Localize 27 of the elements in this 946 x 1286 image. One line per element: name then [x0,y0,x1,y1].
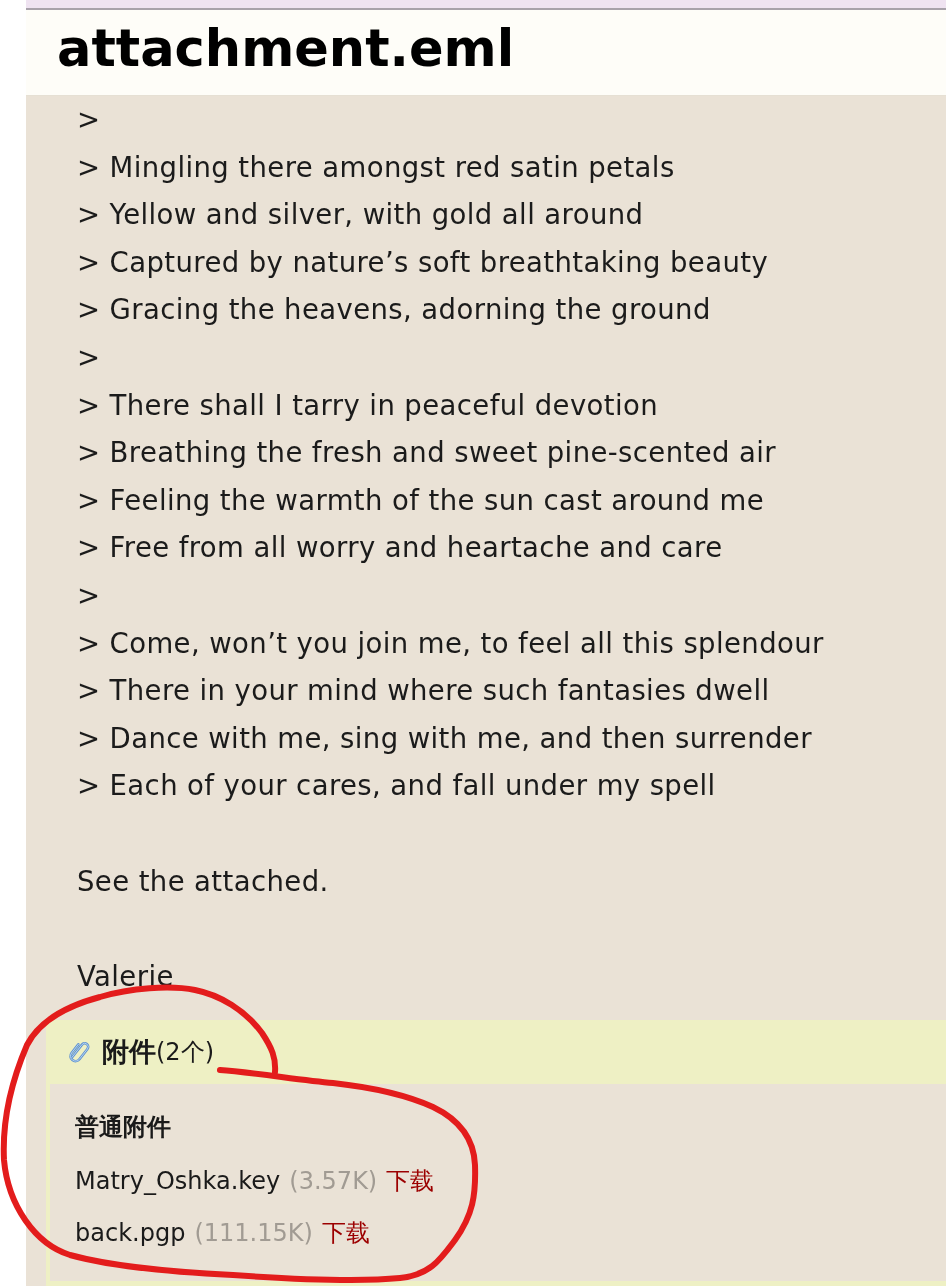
quote-line: > Mingling there amongst red satin petals [77,149,676,185]
quote-line: > [77,577,102,613]
download-link[interactable]: 下载 [386,1165,435,1198]
download-link[interactable]: 下载 [321,1217,370,1250]
quote-line: > Each of your cares, and fall under my spell [77,768,717,804]
quote-line: > Breathing the fresh and sweet pine-scented air [77,435,777,471]
file-size: (111.15K) [194,1218,313,1250]
message-line: See the attached. [77,863,330,899]
page-title: attachment.eml [57,23,515,80]
quote-line: > There shall I tarry in peaceful devotion [77,387,660,423]
quote-line: > There in your mind where such fantasies dwell [77,673,771,709]
attachment-name: Matry_Oshka.key [75,1166,281,1198]
attachments-heading: 附件 [102,1035,156,1070]
quote-line: > Free from all worry and heartache and care [77,530,724,566]
quote-line: > Gracing the heavens, adorning the ground [77,292,712,328]
quote-line: > Yellow and silver, with gold all around [77,197,645,233]
quote-line: > Captured by nature’s soft breathtaking beauty [77,244,770,280]
quote-line: > Dance with me, sing with me, and then surrender [77,720,813,756]
attachment-group-label: 普通附件 [75,1112,172,1144]
quote-line: > Feeling the warmth of the sun cast around me [77,482,766,518]
attachment-name: back.pgp [75,1218,186,1250]
quote-line: > [77,339,102,375]
attachment-count: (2个) [156,1037,214,1069]
quote-line: > Come, won’t you join me, to feel all this splendour [77,625,825,661]
message-line: Valerie [77,958,175,994]
file-size: (3.57K) [289,1166,378,1198]
quote-line: > [77,102,102,137]
